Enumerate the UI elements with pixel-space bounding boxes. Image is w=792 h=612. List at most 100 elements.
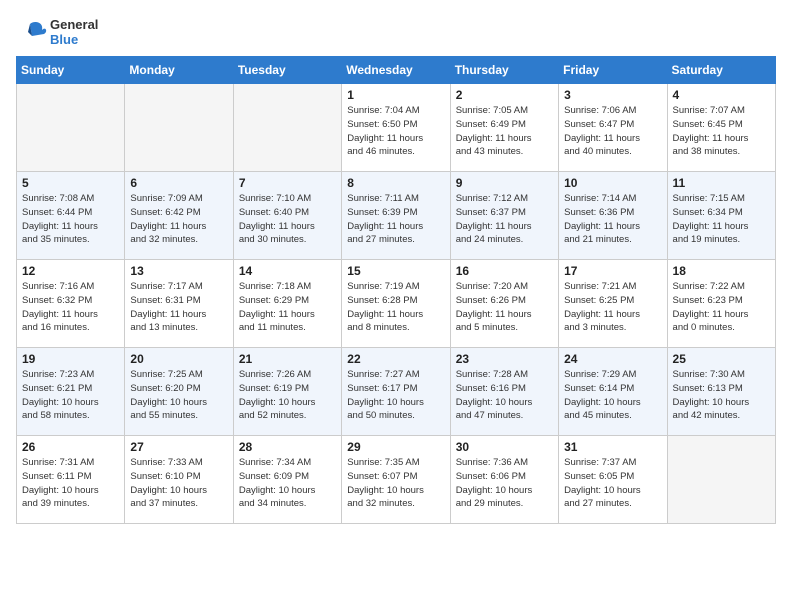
calendar-week-row: 19 Sunrise: 7:23 AM Sunset: 6:21 PM Dayli… bbox=[17, 348, 776, 436]
calendar-cell: 18 Sunrise: 7:22 AM Sunset: 6:23 PM Dayli… bbox=[667, 260, 775, 348]
calendar-cell bbox=[667, 436, 775, 524]
day-info: Sunrise: 7:04 AM Sunset: 6:50 PM Dayligh… bbox=[347, 104, 444, 159]
day-info: Sunrise: 7:11 AM Sunset: 6:39 PM Dayligh… bbox=[347, 192, 444, 247]
day-info: Sunrise: 7:20 AM Sunset: 6:26 PM Dayligh… bbox=[456, 280, 553, 335]
calendar-cell: 10 Sunrise: 7:14 AM Sunset: 6:36 PM Dayli… bbox=[559, 172, 667, 260]
day-info: Sunrise: 7:21 AM Sunset: 6:25 PM Dayligh… bbox=[564, 280, 661, 335]
day-info: Sunrise: 7:37 AM Sunset: 6:05 PM Dayligh… bbox=[564, 456, 661, 511]
day-info: Sunrise: 7:34 AM Sunset: 6:09 PM Dayligh… bbox=[239, 456, 336, 511]
calendar-table: SundayMondayTuesdayWednesdayThursdayFrid… bbox=[16, 56, 776, 524]
calendar-week-row: 26 Sunrise: 7:31 AM Sunset: 6:11 PM Dayli… bbox=[17, 436, 776, 524]
calendar-cell: 6 Sunrise: 7:09 AM Sunset: 6:42 PM Daylig… bbox=[125, 172, 233, 260]
calendar-week-row: 12 Sunrise: 7:16 AM Sunset: 6:32 PM Dayli… bbox=[17, 260, 776, 348]
calendar-cell: 24 Sunrise: 7:29 AM Sunset: 6:14 PM Dayli… bbox=[559, 348, 667, 436]
calendar-cell: 2 Sunrise: 7:05 AM Sunset: 6:49 PM Daylig… bbox=[450, 84, 558, 172]
column-header-monday: Monday bbox=[125, 57, 233, 84]
day-info: Sunrise: 7:08 AM Sunset: 6:44 PM Dayligh… bbox=[22, 192, 119, 247]
column-header-friday: Friday bbox=[559, 57, 667, 84]
column-header-saturday: Saturday bbox=[667, 57, 775, 84]
day-info: Sunrise: 7:26 AM Sunset: 6:19 PM Dayligh… bbox=[239, 368, 336, 423]
calendar-cell: 26 Sunrise: 7:31 AM Sunset: 6:11 PM Dayli… bbox=[17, 436, 125, 524]
day-info: Sunrise: 7:05 AM Sunset: 6:49 PM Dayligh… bbox=[456, 104, 553, 159]
day-number: 16 bbox=[456, 264, 553, 278]
day-number: 2 bbox=[456, 88, 553, 102]
calendar-cell: 12 Sunrise: 7:16 AM Sunset: 6:32 PM Dayli… bbox=[17, 260, 125, 348]
day-number: 29 bbox=[347, 440, 444, 454]
day-info: Sunrise: 7:35 AM Sunset: 6:07 PM Dayligh… bbox=[347, 456, 444, 511]
column-header-wednesday: Wednesday bbox=[342, 57, 450, 84]
day-number: 10 bbox=[564, 176, 661, 190]
day-info: Sunrise: 7:25 AM Sunset: 6:20 PM Dayligh… bbox=[130, 368, 227, 423]
calendar-cell: 30 Sunrise: 7:36 AM Sunset: 6:06 PM Dayli… bbox=[450, 436, 558, 524]
day-number: 23 bbox=[456, 352, 553, 366]
day-number: 30 bbox=[456, 440, 553, 454]
day-number: 31 bbox=[564, 440, 661, 454]
day-info: Sunrise: 7:09 AM Sunset: 6:42 PM Dayligh… bbox=[130, 192, 227, 247]
calendar-week-row: 5 Sunrise: 7:08 AM Sunset: 6:44 PM Daylig… bbox=[17, 172, 776, 260]
day-number: 4 bbox=[673, 88, 770, 102]
calendar-cell: 7 Sunrise: 7:10 AM Sunset: 6:40 PM Daylig… bbox=[233, 172, 341, 260]
calendar-cell bbox=[125, 84, 233, 172]
day-number: 20 bbox=[130, 352, 227, 366]
calendar-cell: 20 Sunrise: 7:25 AM Sunset: 6:20 PM Dayli… bbox=[125, 348, 233, 436]
day-number: 14 bbox=[239, 264, 336, 278]
day-number: 25 bbox=[673, 352, 770, 366]
day-info: Sunrise: 7:23 AM Sunset: 6:21 PM Dayligh… bbox=[22, 368, 119, 423]
day-info: Sunrise: 7:27 AM Sunset: 6:17 PM Dayligh… bbox=[347, 368, 444, 423]
logo-blue: Blue bbox=[50, 32, 98, 47]
logo-general: General bbox=[50, 17, 98, 32]
logo: General Blue bbox=[16, 16, 98, 48]
calendar-cell: 23 Sunrise: 7:28 AM Sunset: 6:16 PM Dayli… bbox=[450, 348, 558, 436]
day-number: 8 bbox=[347, 176, 444, 190]
calendar-cell: 27 Sunrise: 7:33 AM Sunset: 6:10 PM Dayli… bbox=[125, 436, 233, 524]
day-info: Sunrise: 7:29 AM Sunset: 6:14 PM Dayligh… bbox=[564, 368, 661, 423]
day-info: Sunrise: 7:30 AM Sunset: 6:13 PM Dayligh… bbox=[673, 368, 770, 423]
day-info: Sunrise: 7:36 AM Sunset: 6:06 PM Dayligh… bbox=[456, 456, 553, 511]
day-info: Sunrise: 7:19 AM Sunset: 6:28 PM Dayligh… bbox=[347, 280, 444, 335]
day-info: Sunrise: 7:10 AM Sunset: 6:40 PM Dayligh… bbox=[239, 192, 336, 247]
day-info: Sunrise: 7:28 AM Sunset: 6:16 PM Dayligh… bbox=[456, 368, 553, 423]
day-info: Sunrise: 7:18 AM Sunset: 6:29 PM Dayligh… bbox=[239, 280, 336, 335]
calendar-cell: 17 Sunrise: 7:21 AM Sunset: 6:25 PM Dayli… bbox=[559, 260, 667, 348]
day-number: 26 bbox=[22, 440, 119, 454]
calendar-cell: 3 Sunrise: 7:06 AM Sunset: 6:47 PM Daylig… bbox=[559, 84, 667, 172]
day-info: Sunrise: 7:06 AM Sunset: 6:47 PM Dayligh… bbox=[564, 104, 661, 159]
column-header-thursday: Thursday bbox=[450, 57, 558, 84]
day-info: Sunrise: 7:33 AM Sunset: 6:10 PM Dayligh… bbox=[130, 456, 227, 511]
day-number: 27 bbox=[130, 440, 227, 454]
calendar-cell: 22Sunrise: 7:27 AM Sunset: 6:17 PM Dayli… bbox=[342, 348, 450, 436]
day-number: 3 bbox=[564, 88, 661, 102]
day-info: Sunrise: 7:12 AM Sunset: 6:37 PM Dayligh… bbox=[456, 192, 553, 247]
calendar-cell: 19 Sunrise: 7:23 AM Sunset: 6:21 PM Dayli… bbox=[17, 348, 125, 436]
day-number: 17 bbox=[564, 264, 661, 278]
day-number: 11 bbox=[673, 176, 770, 190]
calendar-header-row: SundayMondayTuesdayWednesdayThursdayFrid… bbox=[17, 57, 776, 84]
calendar-cell: 4 Sunrise: 7:07 AM Sunset: 6:45 PM Daylig… bbox=[667, 84, 775, 172]
day-number: 1 bbox=[347, 88, 444, 102]
day-info: Sunrise: 7:15 AM Sunset: 6:34 PM Dayligh… bbox=[673, 192, 770, 247]
day-info: Sunrise: 7:14 AM Sunset: 6:36 PM Dayligh… bbox=[564, 192, 661, 247]
day-info: Sunrise: 7:07 AM Sunset: 6:45 PM Dayligh… bbox=[673, 104, 770, 159]
day-info: Sunrise: 7:31 AM Sunset: 6:11 PM Dayligh… bbox=[22, 456, 119, 511]
day-number: 7 bbox=[239, 176, 336, 190]
calendar-cell: 29 Sunrise: 7:35 AM Sunset: 6:07 PM Dayli… bbox=[342, 436, 450, 524]
calendar-cell: 11 Sunrise: 7:15 AM Sunset: 6:34 PM Dayli… bbox=[667, 172, 775, 260]
day-number: 18 bbox=[673, 264, 770, 278]
calendar-cell: 15Sunrise: 7:19 AM Sunset: 6:28 PM Dayli… bbox=[342, 260, 450, 348]
calendar-cell bbox=[233, 84, 341, 172]
calendar-body: 1 Sunrise: 7:04 AM Sunset: 6:50 PM Daylig… bbox=[17, 84, 776, 524]
calendar-cell: 28Sunrise: 7:34 AM Sunset: 6:09 PM Dayli… bbox=[233, 436, 341, 524]
day-info: Sunrise: 7:22 AM Sunset: 6:23 PM Dayligh… bbox=[673, 280, 770, 335]
day-number: 24 bbox=[564, 352, 661, 366]
calendar-cell: 8 Sunrise: 7:11 AM Sunset: 6:39 PM Daylig… bbox=[342, 172, 450, 260]
day-number: 6 bbox=[130, 176, 227, 190]
day-info: Sunrise: 7:16 AM Sunset: 6:32 PM Dayligh… bbox=[22, 280, 119, 335]
calendar-cell bbox=[17, 84, 125, 172]
day-number: 5 bbox=[22, 176, 119, 190]
calendar-cell: 13Sunrise: 7:17 AM Sunset: 6:31 PM Dayli… bbox=[125, 260, 233, 348]
column-header-tuesday: Tuesday bbox=[233, 57, 341, 84]
calendar-cell: 25 Sunrise: 7:30 AM Sunset: 6:13 PM Dayli… bbox=[667, 348, 775, 436]
day-number: 19 bbox=[22, 352, 119, 366]
day-number: 12 bbox=[22, 264, 119, 278]
calendar-cell: 9Sunrise: 7:12 AM Sunset: 6:37 PM Daylig… bbox=[450, 172, 558, 260]
